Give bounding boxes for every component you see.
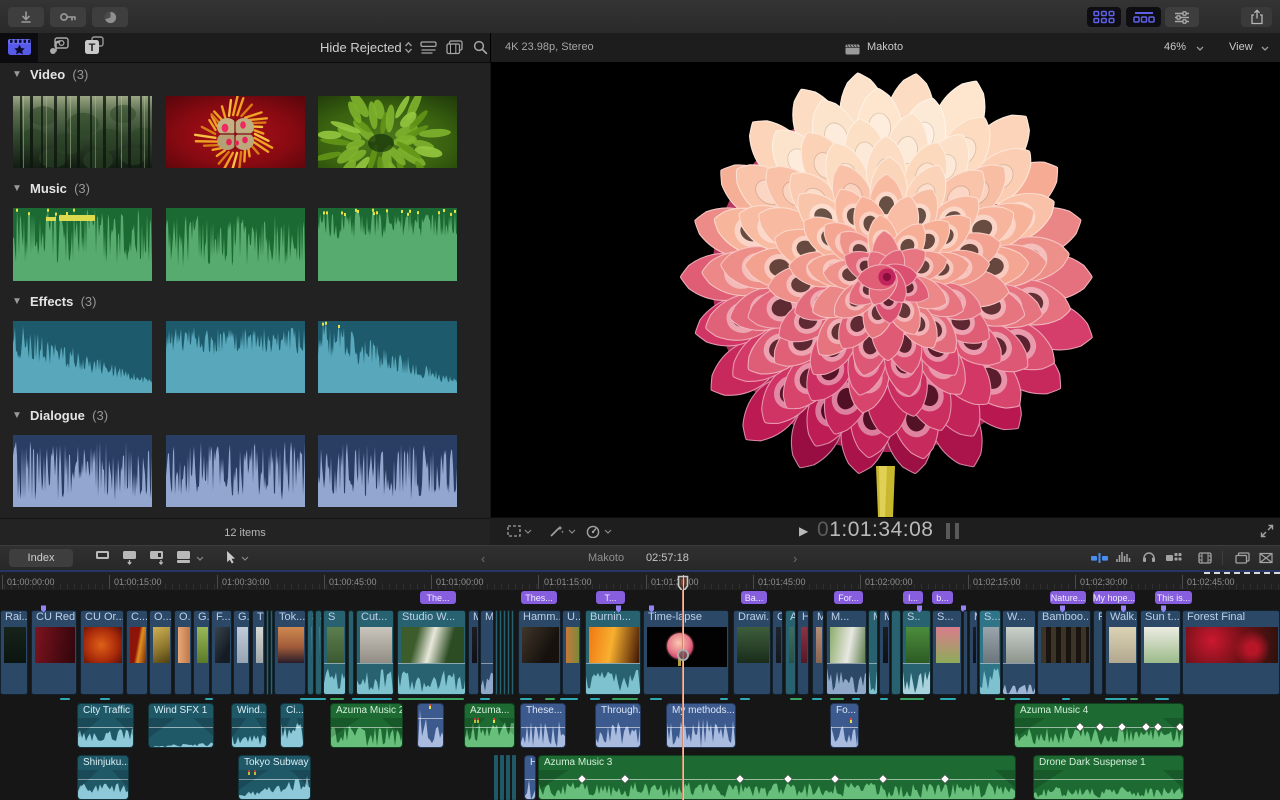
svg-text:T: T <box>89 42 96 54</box>
